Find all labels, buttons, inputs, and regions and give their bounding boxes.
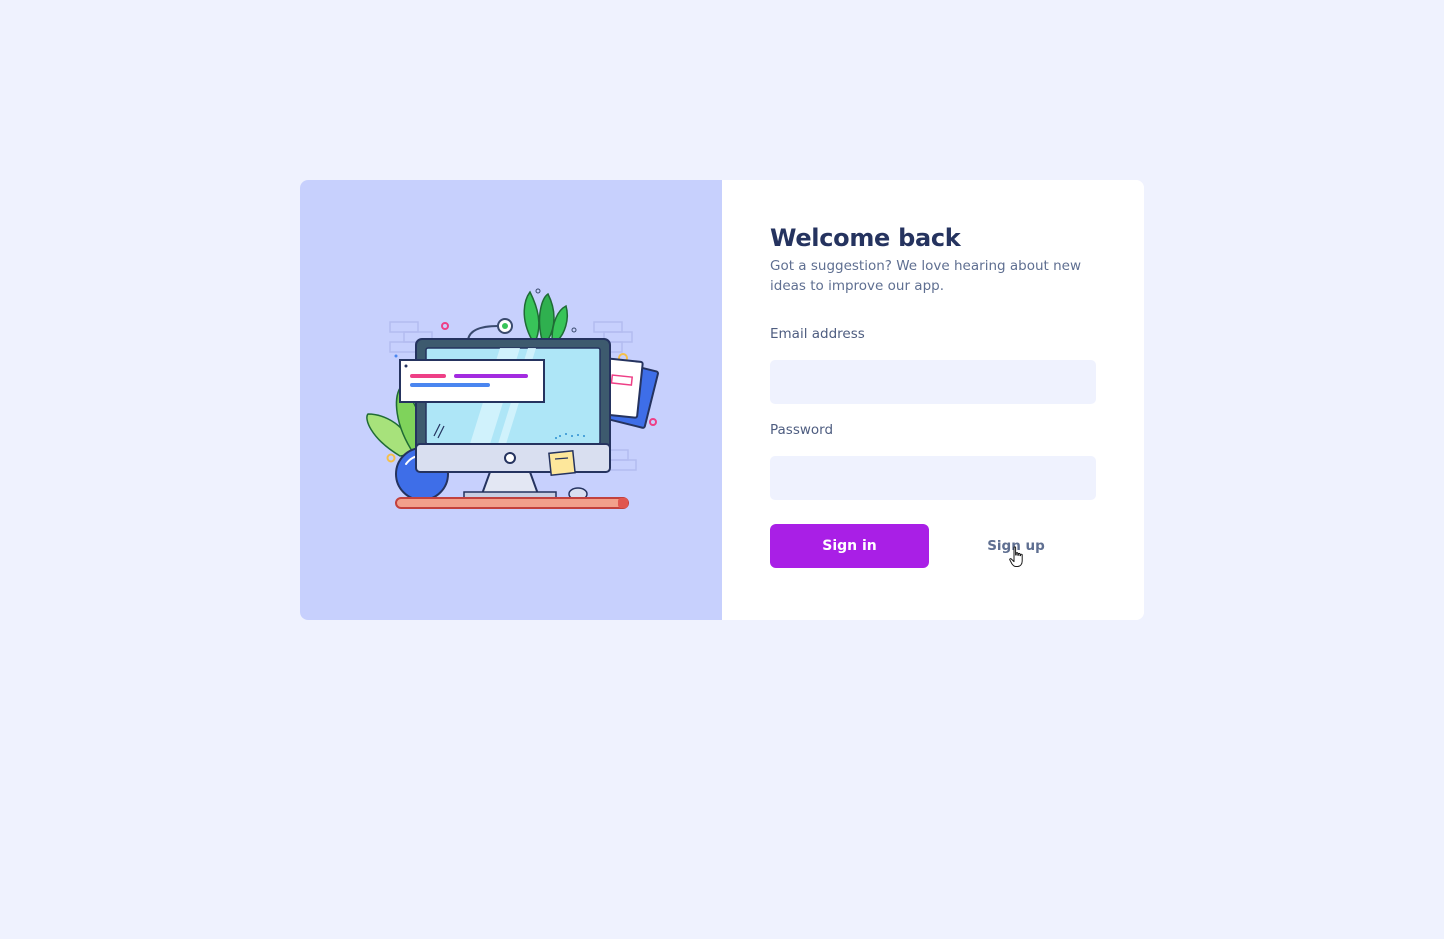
email-field[interactable] (770, 360, 1096, 404)
password-field[interactable] (770, 456, 1096, 500)
login-form-panel: Welcome back Got a suggestion? We love h… (722, 180, 1144, 620)
password-label: Password (770, 422, 834, 438)
desktop-computer-illustration (366, 288, 659, 509)
login-card: Welcome back Got a suggestion? We love h… (300, 180, 1144, 620)
page-subtitle: Got a suggestion? We love hearing about … (770, 258, 1082, 294)
sign-in-button[interactable]: Sign in (770, 524, 929, 568)
illustration-panel (300, 180, 722, 620)
email-label: Email address (770, 326, 865, 342)
page-title: Welcome back (770, 224, 961, 252)
hand-pointer-cursor-icon (1009, 546, 1023, 567)
